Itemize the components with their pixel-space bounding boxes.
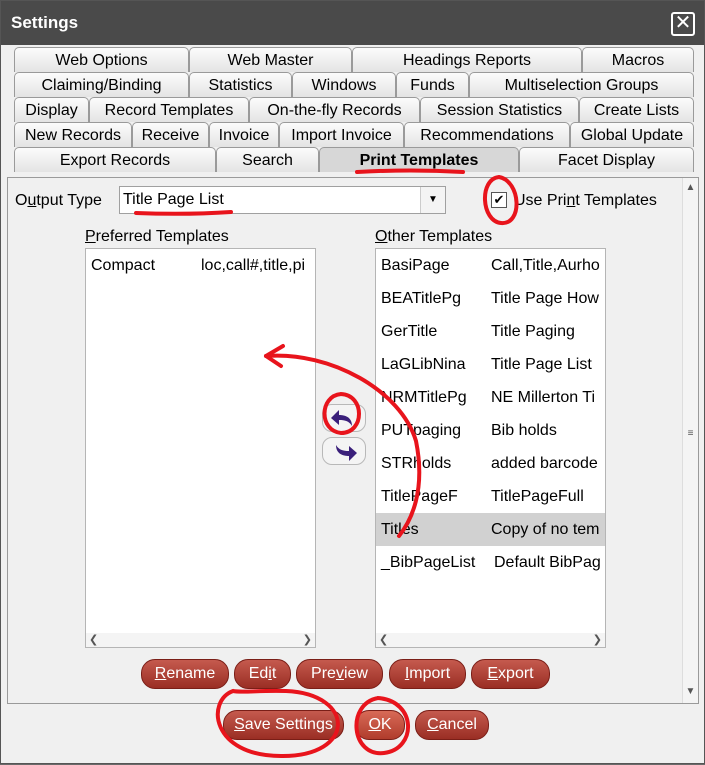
cancel-button[interactable]: Cancel (415, 710, 489, 740)
panel-vscrollbar[interactable]: ▲ ≡ ▼ (682, 178, 698, 703)
settings-dialog: Settings ✕ Web Options Web Master Headin… (0, 0, 705, 764)
list-item[interactable]: NRMTitlePg NE Millerton Ti (376, 381, 605, 414)
scroll-up-icon[interactable]: ▲ (683, 182, 698, 193)
save-settings-button[interactable]: Save Settings (223, 710, 344, 740)
move-left-button[interactable] (322, 404, 366, 432)
tab-print-templates[interactable]: Print Templates (319, 147, 519, 172)
tab-import-invoice[interactable]: Import Invoice (279, 122, 404, 147)
import-button[interactable]: Import (389, 659, 466, 689)
list-item[interactable]: PUTpaging Bib holds (376, 414, 605, 447)
tab-facet-display[interactable]: Facet Display (519, 147, 694, 172)
tab-search[interactable]: Search (216, 147, 319, 172)
output-type-label: Output Type (15, 192, 102, 209)
tab-receive[interactable]: Receive (132, 122, 209, 147)
tab-web-options[interactable]: Web Options (14, 47, 189, 72)
list-item-selected[interactable]: Titles Copy of no tem (376, 513, 605, 546)
tab-headings-reports[interactable]: Headings Reports (352, 47, 582, 72)
other-templates-list[interactable]: BasiPage Call,Title,Aurho BEATitlePg Title… (375, 248, 606, 648)
rename-button[interactable]: Rename (141, 659, 229, 689)
preferred-hscrollbar[interactable]: ❮ ❯ (86, 633, 315, 647)
chevron-down-icon[interactable]: ▼ (420, 187, 445, 213)
output-type-value: Title Page List (123, 191, 224, 208)
tab-record-templates[interactable]: Record Templates (89, 97, 249, 122)
arrow-forward-icon (336, 445, 357, 461)
tab-statistics[interactable]: Statistics (189, 72, 292, 97)
edit-button[interactable]: Edit (234, 659, 291, 689)
tab-funds[interactable]: Funds (396, 72, 469, 97)
list-item[interactable]: BEATitlePg Title Page How (376, 282, 605, 315)
tab-on-the-fly-records[interactable]: On-the-fly Records (249, 97, 420, 122)
tab-windows[interactable]: Windows (292, 72, 396, 97)
list-item[interactable]: _BibPageList Default BibPag (376, 546, 605, 579)
tab-claiming-binding[interactable]: Claiming/Binding (14, 72, 189, 97)
move-right-button[interactable] (322, 437, 366, 465)
other-templates-label: Other Templates (375, 228, 493, 245)
list-item[interactable]: BasiPage Call,Title,Aurho (376, 249, 605, 282)
tab-export-records[interactable]: Export Records (14, 147, 216, 172)
title-bar: Settings ✕ (1, 1, 704, 45)
close-icon[interactable]: ✕ (671, 12, 695, 36)
tab-invoice[interactable]: Invoice (209, 122, 279, 147)
scroll-left-icon[interactable]: ❮ (89, 633, 98, 646)
preferred-templates-list[interactable]: Compact loc,call#,title,pi ❮ ❯ (85, 248, 316, 648)
scroll-down-icon[interactable]: ▼ (683, 686, 698, 697)
tab-session-statistics[interactable]: Session Statistics (420, 97, 579, 122)
tab-strip: Web Options Web Master Headings Reports … (11, 47, 696, 177)
scroll-thumb-grip[interactable]: ≡ (683, 428, 698, 439)
arrow-back-icon (331, 410, 352, 426)
export-button[interactable]: Export (471, 659, 550, 689)
ok-button[interactable]: OK (355, 710, 405, 740)
scroll-right-icon[interactable]: ❯ (303, 633, 312, 646)
tab-macros[interactable]: Macros (582, 47, 694, 72)
scroll-right-icon[interactable]: ❯ (593, 633, 602, 646)
tab-recommendations[interactable]: Recommendations (404, 122, 570, 147)
tab-display[interactable]: Display (14, 97, 89, 122)
use-print-templates-checkbox[interactable]: ✔ (491, 192, 507, 208)
use-print-templates-label: Use Print Templates (514, 192, 657, 209)
list-item[interactable]: LaGLibNina Title Page List (376, 348, 605, 381)
scroll-left-icon[interactable]: ❮ (379, 633, 388, 646)
output-type-select[interactable]: Title Page List ▼ (119, 186, 446, 214)
tab-create-lists[interactable]: Create Lists (579, 97, 694, 122)
print-templates-panel: Output Type Title Page List ▼ ✔ Use Prin… (7, 177, 699, 704)
tab-multiselection-groups[interactable]: Multiselection Groups (469, 72, 694, 97)
tab-web-master[interactable]: Web Master (189, 47, 352, 72)
list-item[interactable]: Compact loc,call#,title,pi (86, 249, 315, 282)
list-item[interactable]: STRholds added barcode (376, 447, 605, 480)
list-item[interactable]: GerTitle Title Paging (376, 315, 605, 348)
list-item[interactable]: TitlePageF TitlePageFull (376, 480, 605, 513)
window-title: Settings (11, 13, 79, 32)
preview-button[interactable]: Preview (296, 659, 383, 689)
tab-new-records[interactable]: New Records (14, 122, 132, 147)
tab-global-update[interactable]: Global Update (570, 122, 694, 147)
other-hscrollbar[interactable]: ❮ ❯ (376, 633, 605, 647)
preferred-templates-label: Preferred Templates (85, 228, 229, 245)
